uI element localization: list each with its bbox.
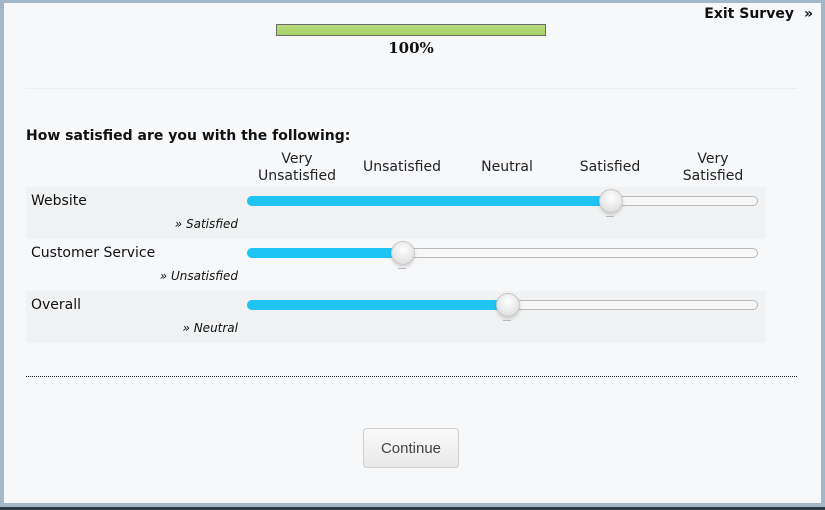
double-chevron-right-icon: » — [803, 6, 813, 22]
slider-fill — [247, 300, 507, 310]
scale-label: Very Satisfied — [682, 151, 744, 184]
row-selected-value: » Neutral — [182, 321, 238, 335]
scale-label: Satisfied — [579, 159, 641, 175]
question-title: How satisfied are you with the following… — [26, 128, 351, 144]
bottom-divider — [26, 376, 797, 377]
slider-fill — [247, 248, 402, 258]
row-label: Customer Service — [31, 245, 156, 261]
slider-thumb[interactable] — [391, 241, 415, 265]
scale-label: Neutral — [481, 159, 533, 175]
exit-survey-label: Exit Survey — [704, 6, 794, 22]
rating-row: Customer Service» Unsatisfied — [26, 239, 766, 291]
slider-fill — [247, 196, 610, 206]
rating-row: Website » Satisfied — [26, 187, 766, 239]
progress-section: 100% — [276, 24, 546, 57]
slider-thumb[interactable] — [599, 189, 623, 213]
slider-thumb[interactable] — [496, 293, 520, 317]
continue-button[interactable]: Continue — [363, 428, 459, 468]
progress-bar-fill — [277, 25, 545, 35]
row-selected-value: » Satisfied — [174, 217, 238, 231]
progress-percent: 100% — [388, 39, 434, 57]
exit-survey-link[interactable]: Exit Survey » — [704, 6, 813, 22]
slider-tick — [606, 216, 614, 217]
slider-tick — [503, 320, 511, 321]
rating-slider[interactable] — [247, 189, 758, 217]
rating-row: Overall » Neutral — [26, 291, 766, 343]
survey-window: 100% Exit Survey » How satisfied are you … — [4, 3, 821, 503]
slider-tick — [398, 268, 406, 269]
row-selected-value: » Unsatisfied — [159, 269, 238, 283]
row-label: Website — [31, 193, 87, 209]
rating-slider[interactable] — [247, 241, 758, 269]
row-label: Overall — [31, 297, 82, 313]
scale-label: Unsatisfied — [363, 159, 441, 175]
rating-slider[interactable] — [247, 293, 758, 321]
progress-bar — [276, 24, 546, 36]
top-divider — [26, 88, 797, 89]
scale-label: Very Unsatisfied — [258, 151, 336, 184]
